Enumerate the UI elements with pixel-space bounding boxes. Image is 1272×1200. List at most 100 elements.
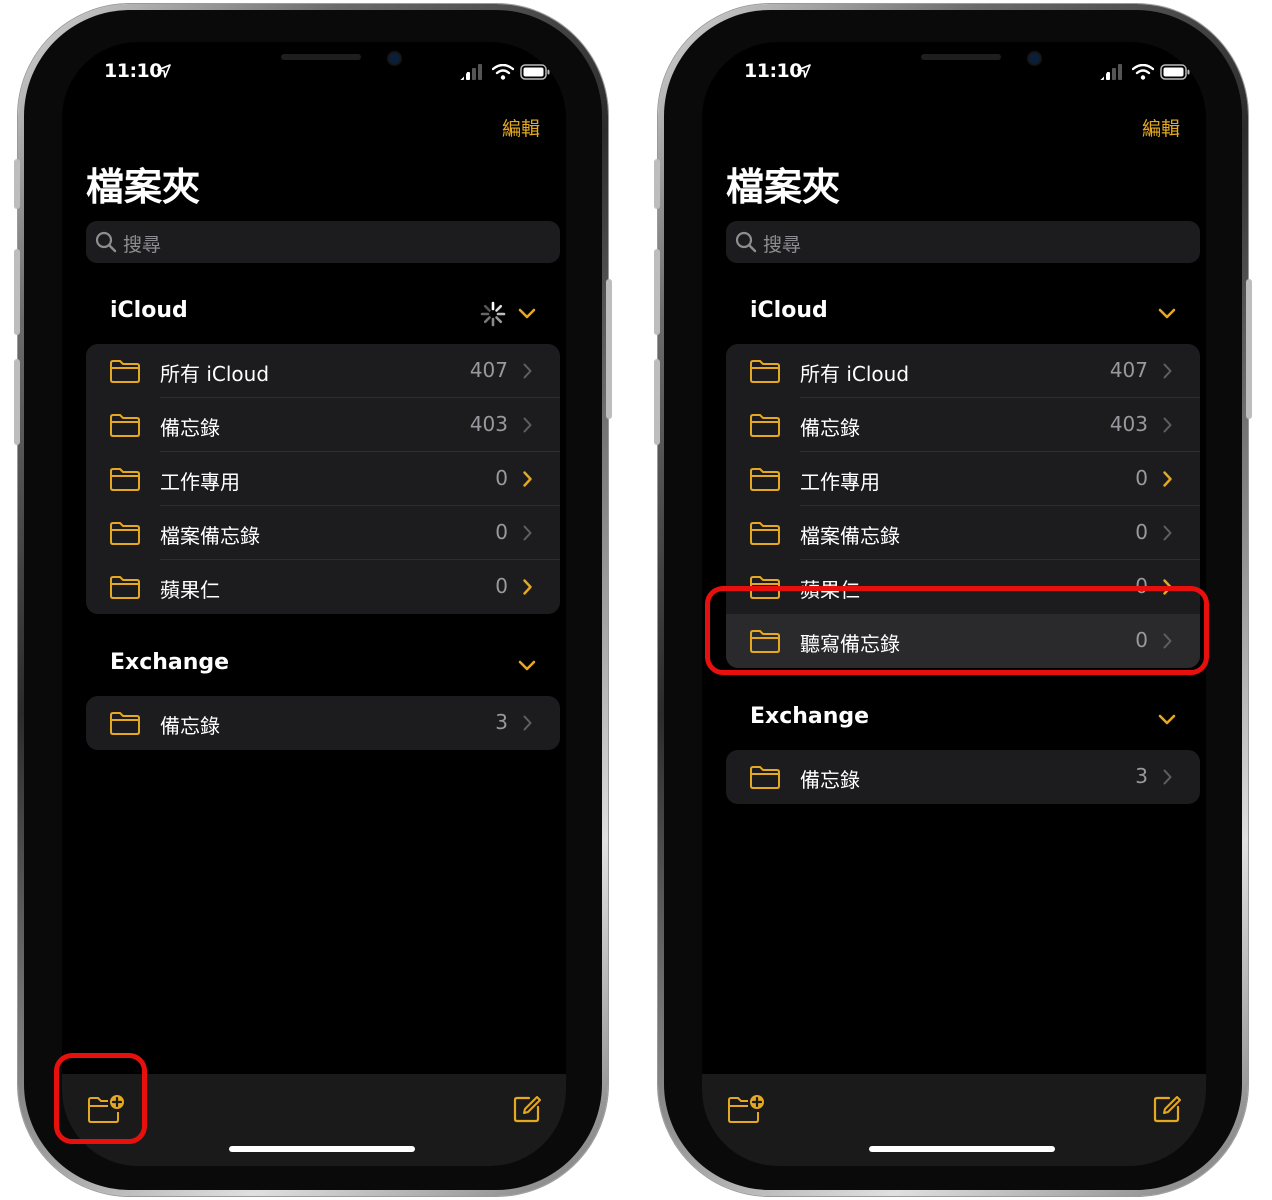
folder-name: 備忘錄: [800, 768, 860, 792]
folder-row[interactable]: 所有 iCloud 407: [86, 344, 560, 398]
chevron-down-icon[interactable]: [1158, 714, 1176, 726]
chevron-right-icon: [523, 579, 532, 595]
chevron-right-icon: [1163, 525, 1172, 541]
home-indicator[interactable]: [869, 1146, 1055, 1152]
location-arrow-icon: [157, 64, 171, 78]
chevron-right-icon: [1163, 769, 1172, 785]
mute-switch: [654, 159, 660, 209]
exchange-folder-list: 備忘錄 3: [86, 696, 560, 750]
chevron-right-icon: [523, 363, 532, 379]
folder-name: 所有 iCloud: [800, 362, 910, 386]
folder-icon: [110, 522, 140, 545]
speaker-grille: [281, 54, 361, 60]
notch: [175, 42, 471, 86]
wifi-icon: [492, 64, 514, 80]
folder-icon: [750, 468, 780, 491]
search-placeholder: 搜尋: [763, 234, 802, 256]
folder-name: 備忘錄: [800, 416, 860, 440]
note-count: 0: [1135, 520, 1148, 544]
battery-icon: [520, 64, 550, 80]
volume-up-button: [654, 249, 660, 335]
search-field[interactable]: 搜尋: [726, 221, 1200, 263]
folder-name: 所有 iCloud: [160, 362, 270, 386]
compose-icon[interactable]: [1152, 1094, 1182, 1124]
compose-icon[interactable]: [512, 1094, 542, 1124]
wifi-icon: [1132, 64, 1154, 80]
folder-row[interactable]: 備忘錄 3: [726, 750, 1200, 804]
location-arrow-icon: [797, 64, 811, 78]
folder-row[interactable]: 檔案備忘錄 0: [86, 506, 560, 560]
folder-name: 備忘錄: [160, 714, 220, 738]
folder-name: 蘋果仁: [160, 578, 220, 602]
speaker-grille: [921, 54, 1001, 60]
chevron-right-icon: [523, 471, 532, 487]
note-count: 403: [1109, 412, 1148, 436]
section-header-icloud[interactable]: iCloud: [750, 298, 828, 323]
folder-row[interactable]: 備忘錄 403: [86, 398, 560, 452]
front-camera: [1029, 53, 1040, 64]
search-placeholder: 搜尋: [123, 234, 162, 256]
note-count: 3: [495, 710, 508, 734]
chevron-right-icon: [523, 417, 532, 433]
note-count: 0: [495, 574, 508, 598]
chevron-right-icon: [1163, 417, 1172, 433]
folder-row[interactable]: 工作專用 0: [86, 452, 560, 506]
chevron-right-icon: [523, 525, 532, 541]
folder-name: 備忘錄: [160, 416, 220, 440]
front-camera: [389, 53, 400, 64]
chevron-down-icon[interactable]: [518, 308, 536, 320]
note-count: 0: [495, 520, 508, 544]
note-count: 407: [1109, 358, 1148, 382]
chevron-down-icon[interactable]: [518, 660, 536, 672]
sync-spinner-icon: [480, 301, 506, 327]
screen: 11:10 編輯 檔案夾 搜尋 iCloud 所有 iCloud 407 備忘錄…: [62, 42, 566, 1166]
note-count: 3: [1135, 764, 1148, 788]
chevron-right-icon: [1163, 471, 1172, 487]
folder-row[interactable]: 備忘錄 3: [86, 696, 560, 750]
note-count: 403: [469, 412, 508, 436]
folder-row[interactable]: 檔案備忘錄 0: [726, 506, 1200, 560]
notch: [815, 42, 1111, 86]
edit-button[interactable]: 編輯: [502, 114, 540, 141]
folder-icon: [110, 414, 140, 437]
folder-icon: [750, 360, 780, 383]
mute-switch: [14, 159, 20, 209]
folder-icon: [750, 414, 780, 437]
chevron-down-icon[interactable]: [1158, 308, 1176, 320]
highlight-box-new-folder-row: [705, 586, 1209, 675]
page-title: 檔案夾: [726, 165, 841, 209]
battery-icon: [1160, 64, 1190, 80]
search-icon: [735, 231, 757, 253]
home-indicator[interactable]: [229, 1146, 415, 1152]
edit-button[interactable]: 編輯: [1142, 114, 1180, 141]
section-header-exchange[interactable]: Exchange: [110, 650, 229, 675]
volume-up-button: [14, 249, 20, 335]
icloud-folder-list: 所有 iCloud 407 備忘錄 403 工作專用 0 檔案備忘錄 0 蘋果仁…: [86, 344, 560, 614]
folder-icon: [110, 576, 140, 599]
section-header-exchange[interactable]: Exchange: [750, 704, 869, 729]
folder-name: 檔案備忘錄: [160, 524, 260, 548]
folder-row[interactable]: 蘋果仁 0: [86, 560, 560, 614]
volume-down-button: [654, 359, 660, 445]
folder-row[interactable]: 備忘錄 403: [726, 398, 1200, 452]
search-field[interactable]: 搜尋: [86, 221, 560, 263]
chevron-right-icon: [523, 715, 532, 731]
folder-name: 工作專用: [800, 470, 880, 494]
section-header-icloud[interactable]: iCloud: [110, 298, 188, 323]
new-folder-button[interactable]: [726, 1094, 766, 1124]
folder-icon: [750, 522, 780, 545]
folder-name: 檔案備忘錄: [800, 524, 900, 548]
folder-icon: [110, 360, 140, 383]
folder-icon: [110, 712, 140, 735]
power-button: [606, 279, 612, 419]
folder-icon: [750, 766, 780, 789]
bottom-toolbar: [702, 1074, 1206, 1166]
folder-row[interactable]: 所有 iCloud 407: [726, 344, 1200, 398]
search-icon: [95, 231, 117, 253]
note-count: 407: [469, 358, 508, 382]
exchange-folder-list: 備忘錄 3: [726, 750, 1200, 804]
chevron-right-icon: [1163, 363, 1172, 379]
highlight-box-new-folder: [54, 1053, 147, 1144]
phone-frame-left: 11:10 編輯 檔案夾 搜尋 iCloud 所有 iCloud 407 備忘錄…: [14, 4, 612, 1196]
folder-row[interactable]: 工作專用 0: [726, 452, 1200, 506]
